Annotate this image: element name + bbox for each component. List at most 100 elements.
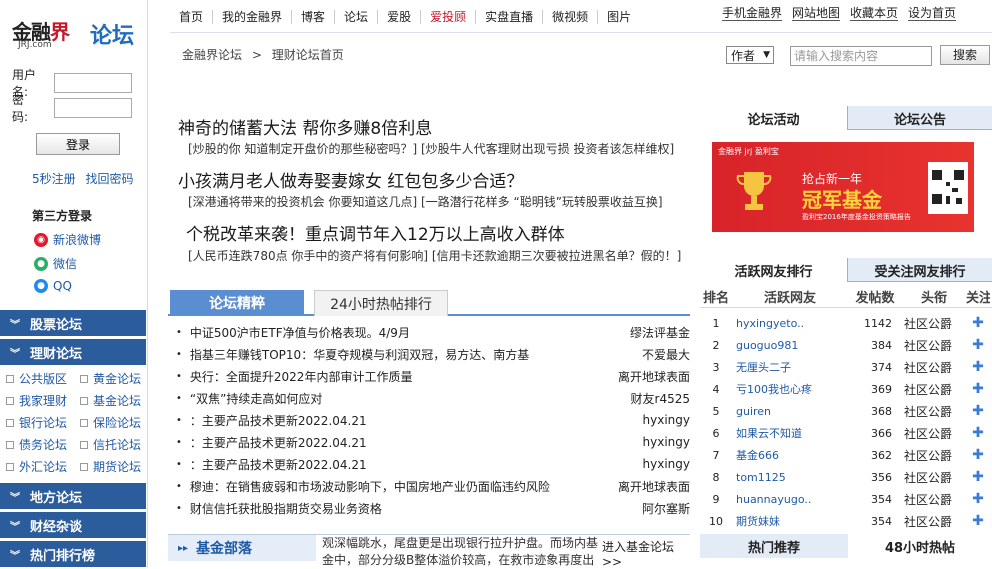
follow-plus-icon[interactable]: ✚	[966, 447, 990, 463]
fund-snippet[interactable]: 观深幅跳水，尾盘更是出现银行拉升护盘。而场内基金中，部分分级B整体溢价较高，在救…	[322, 535, 602, 569]
post-title[interactable]: 穆迪：在销售疲弱和市场波动影响下，中国房地产业仍面临违约风险	[190, 478, 618, 495]
sub-forum-item[interactable]: 债务论坛	[6, 436, 67, 453]
list-item[interactable]: • 央行：全面提升2022年内部审计工作质量 离开地球表面	[176, 366, 690, 386]
post-author[interactable]: 不爱最大	[642, 346, 690, 363]
username-input[interactable]	[54, 73, 132, 93]
search-input[interactable]: 请输入搜索内容	[790, 46, 932, 66]
search-scope-select[interactable]: 作者 ▼	[726, 46, 774, 64]
post-title[interactable]: “双焦”持续走高如何应对	[190, 390, 631, 407]
sitemap-link[interactable]: 网站地图	[792, 6, 841, 21]
section-hot-ranking[interactable]: ︾ 热门排行榜	[0, 541, 146, 567]
breadcrumb-root[interactable]: 金融界论坛	[182, 48, 242, 62]
search-button[interactable]: 搜索	[940, 45, 990, 65]
wechat-login[interactable]: ● 微信	[34, 255, 77, 272]
follow-plus-icon[interactable]: ✚	[966, 425, 990, 441]
sub-forum-item[interactable]: 期货论坛	[80, 458, 141, 475]
fund-forum-link[interactable]: 进入基金论坛>>	[602, 538, 690, 569]
nav-blog[interactable]: 博客	[292, 10, 336, 24]
follow-plus-icon[interactable]: ✚	[966, 359, 990, 375]
follow-plus-icon[interactable]: ✚	[966, 469, 990, 485]
follow-plus-icon[interactable]: ✚	[966, 513, 990, 529]
fund-section-title[interactable]: ▸▸ 基金部落	[168, 535, 316, 561]
section-stock-forum[interactable]: ︾ 股票论坛	[0, 310, 146, 336]
tab-24h-hot[interactable]: 24小时热帖排行	[314, 290, 448, 316]
rank-username[interactable]: 无厘头二子	[732, 359, 848, 375]
tab-hot-recommend[interactable]: 热门推荐	[700, 534, 848, 558]
rank-username[interactable]: hyxingyeto..	[732, 317, 848, 330]
post-author[interactable]: hyxingy	[643, 457, 690, 471]
nav-my-jrj[interactable]: 我的金融界	[213, 10, 293, 24]
mobile-link[interactable]: 手机金融界	[722, 6, 783, 21]
follow-plus-icon[interactable]: ✚	[966, 381, 990, 397]
tab-activities[interactable]: 论坛活动	[700, 106, 848, 130]
follow-plus-icon[interactable]: ✚	[966, 491, 990, 507]
site-logo[interactable]: 金融界 JRJ.com 论坛	[12, 14, 142, 54]
sub-forum-item[interactable]: 银行论坛	[6, 414, 67, 431]
tab-announcements[interactable]: 论坛公告	[848, 106, 992, 130]
rank-username[interactable]: 亏100我也心疼	[732, 381, 848, 397]
register-link[interactable]: 5秒注册	[32, 172, 76, 186]
rank-username[interactable]: tom1125	[732, 471, 848, 484]
sub-forum-item[interactable]: 公共版区	[6, 370, 67, 387]
post-author[interactable]: 缪法评基金	[630, 324, 690, 341]
list-item[interactable]: • 中证500沪市ETF净值与价格表现。4/9月 缪法评基金	[176, 322, 690, 342]
sub-forum-item[interactable]: 保险论坛	[80, 414, 141, 431]
rank-username[interactable]: guiren	[732, 405, 848, 418]
list-item[interactable]: • 指基三年赚钱TOP10：华夏夺规模与利润双冠，易方达、南方基 不爱最大	[176, 344, 690, 364]
post-title[interactable]: ：主要产品技术更新2022.04.21	[190, 434, 643, 451]
list-item[interactable]: • ：主要产品技术更新2022.04.21 hyxingy	[176, 432, 690, 452]
qq-login[interactable]: ● QQ	[34, 279, 72, 293]
post-author[interactable]: hyxingy	[643, 435, 690, 449]
post-title[interactable]: ：主要产品技术更新2022.04.21	[190, 456, 643, 473]
headline-title[interactable]: 小孩满月老人做寿娶妻嫁女 红包包多少合适？	[178, 167, 523, 192]
sub-forum-item[interactable]: 基金论坛	[80, 392, 141, 409]
nav-video[interactable]: 微视频	[543, 10, 599, 24]
password-input[interactable]	[54, 98, 132, 118]
nav-forum[interactable]: 论坛	[335, 10, 379, 24]
weibo-login[interactable]: ◉ 新浪微博	[34, 231, 101, 248]
sub-forum-item[interactable]: 信托论坛	[80, 436, 141, 453]
list-item[interactable]: • “双焦”持续走高如何应对 财友r4525	[176, 388, 690, 408]
section-finance-forum[interactable]: ︾ 理财论坛	[0, 339, 146, 365]
tab-followed-users[interactable]: 受关注网友排行	[848, 258, 992, 282]
bookmark-link[interactable]: 收藏本页	[850, 6, 899, 21]
nav-live[interactable]: 实盘直播	[476, 10, 544, 24]
post-author[interactable]: 阿尔塞斯	[642, 500, 690, 517]
rank-username[interactable]: guoguo981	[732, 339, 848, 352]
headline-sub[interactable]: [人民币连跌780点 你手中的资产将有何影响] [信用卡还款逾期三次要被拉进黑名…	[188, 247, 681, 264]
nav-aitougu[interactable]: 爱投顾	[421, 10, 477, 24]
list-item[interactable]: • 财信信托获批股指期货交易业务资格 阿尔塞斯	[176, 498, 690, 518]
section-local-forum[interactable]: ︾ 地方论坛	[0, 483, 146, 509]
nav-aigu[interactable]: 爱股	[378, 10, 422, 24]
rank-username[interactable]: 基金666	[732, 447, 848, 463]
list-item[interactable]: • ：主要产品技术更新2022.04.21 hyxingy	[176, 454, 690, 474]
post-title[interactable]: ：主要产品技术更新2022.04.21	[190, 412, 643, 429]
post-author[interactable]: hyxingy	[643, 413, 690, 427]
sub-forum-item[interactable]: 我家理财	[6, 392, 67, 409]
rank-username[interactable]: 如果云不知道	[732, 425, 848, 441]
post-title[interactable]: 指基三年赚钱TOP10：华夏夺规模与利润双冠，易方达、南方基	[190, 346, 642, 363]
post-title[interactable]: 央行：全面提升2022年内部审计工作质量	[190, 368, 618, 385]
rank-username[interactable]: huannayugo..	[732, 493, 848, 506]
headline-title[interactable]: 个税改革来袭！重点调节年入12万以上高收入群体	[186, 220, 565, 245]
post-author[interactable]: 离开地球表面	[618, 368, 690, 385]
section-finance-talk[interactable]: ︾ 财经杂谈	[0, 512, 146, 538]
recover-password-link[interactable]: 找回密码	[85, 172, 133, 186]
post-author[interactable]: 离开地球表面	[618, 478, 690, 495]
post-author[interactable]: 财友r4525	[631, 390, 690, 407]
follow-plus-icon[interactable]: ✚	[966, 337, 990, 353]
headline-sub[interactable]: [深港通将带来的投资机会 你要知道这几点] [一路潜行花样多 “聪明钱”玩转股票…	[188, 193, 663, 210]
rank-username[interactable]: 期货妹妹	[732, 513, 848, 529]
login-button[interactable]: 登录	[36, 133, 120, 155]
post-title[interactable]: 财信信托获批股指期货交易业务资格	[190, 500, 642, 517]
nav-pictures[interactable]: 图片	[598, 10, 640, 24]
list-item[interactable]: • ：主要产品技术更新2022.04.21 hyxingy	[176, 410, 690, 430]
breadcrumb-current[interactable]: 理财论坛首页	[272, 48, 344, 62]
follow-plus-icon[interactable]: ✚	[966, 315, 990, 331]
nav-home[interactable]: 首页	[170, 10, 214, 24]
set-homepage-link[interactable]: 设为首页	[908, 6, 957, 21]
list-item[interactable]: • 穆迪：在销售疲弱和市场波动影响下，中国房地产业仍面临违约风险 离开地球表面	[176, 476, 690, 496]
tab-active-users[interactable]: 活跃网友排行	[700, 258, 848, 282]
sub-forum-item[interactable]: 黄金论坛	[80, 370, 141, 387]
tab-48h-hot[interactable]: 48小时热帖	[848, 534, 992, 558]
